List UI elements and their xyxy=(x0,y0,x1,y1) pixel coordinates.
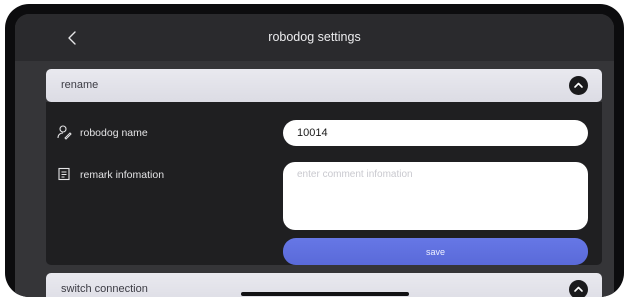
rename-section-header[interactable]: rename xyxy=(46,69,602,102)
remark-row: remark infomation xyxy=(56,165,164,185)
save-button[interactable]: save xyxy=(283,238,588,265)
device-frame: robodog settings rename robodog name 100… xyxy=(5,4,624,297)
rename-collapse-button[interactable] xyxy=(569,76,588,95)
note-icon xyxy=(58,168,70,181)
chevron-left-icon xyxy=(68,31,76,45)
home-indicator[interactable] xyxy=(241,292,409,296)
remark-label: remark infomation xyxy=(80,169,165,181)
back-button[interactable] xyxy=(63,28,83,48)
user-edit-icon xyxy=(57,125,72,140)
chevron-up-icon xyxy=(574,286,583,292)
robodog-name-label: robodog name xyxy=(80,127,148,139)
remark-textarea[interactable] xyxy=(283,162,588,230)
page-title: robodog settings xyxy=(268,30,361,44)
settings-screen: robodog settings rename robodog name 100… xyxy=(15,14,614,297)
chevron-up-icon xyxy=(574,82,583,88)
switch-connection-toggle-button[interactable] xyxy=(569,280,588,297)
rename-panel: robodog name remark infomation save xyxy=(46,102,602,265)
rename-section-label: rename xyxy=(61,79,99,91)
robodog-name-row: robodog name xyxy=(56,123,148,143)
robodog-name-input[interactable] xyxy=(283,120,588,146)
switch-connection-label: switch connection xyxy=(61,283,148,295)
top-bar: robodog settings xyxy=(15,14,614,61)
